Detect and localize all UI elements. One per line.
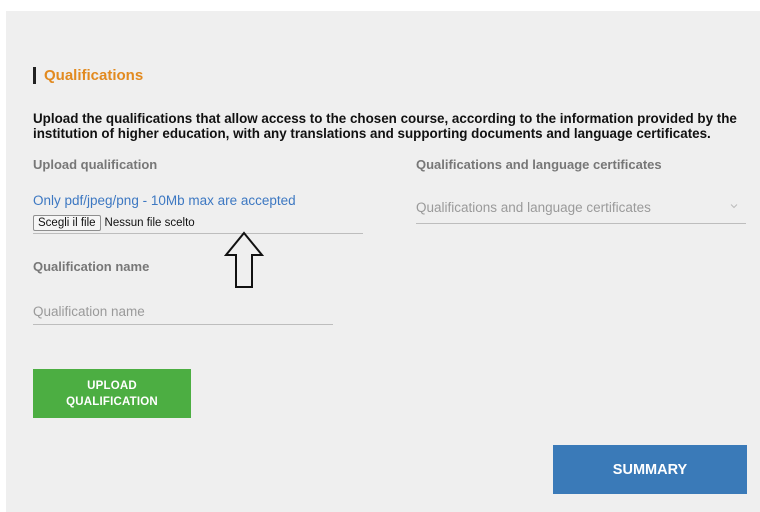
certificates-select-value: Qualifications and language certificates <box>416 200 651 215</box>
section-header: Qualifications <box>33 65 143 85</box>
upload-qualification-label: Upload qualification <box>33 157 158 172</box>
qualification-name-label: Qualification name <box>33 259 150 274</box>
section-title: Qualifications <box>44 66 144 84</box>
upload-qualification-button-label: UPLOAD QUALIFICATION <box>66 379 158 408</box>
certificates-label: Qualifications and language certificates <box>416 157 662 172</box>
section-accent-bar <box>33 66 36 84</box>
file-status-text: Nessun file scelto <box>104 217 195 229</box>
certificates-select[interactable]: Qualifications and language certificates <box>416 196 746 224</box>
up-arrow-outline-icon <box>224 231 264 288</box>
qualification-name-input[interactable] <box>33 298 333 325</box>
file-format-hint: Only pdf/jpeg/png - 10Mb max are accepte… <box>33 193 296 208</box>
qualifications-panel: Qualifications Upload the qualifications… <box>6 11 760 512</box>
section-intro-text: Upload the qualifications that allow acc… <box>33 111 737 141</box>
chevron-down-icon <box>730 204 738 209</box>
file-upload-field: Scegli il file Nessun file scelto <box>33 215 363 234</box>
upload-qualification-button[interactable]: UPLOAD QUALIFICATION <box>33 369 191 418</box>
summary-button[interactable]: SUMMARY <box>553 445 747 494</box>
choose-file-button[interactable]: Scegli il file <box>33 215 101 231</box>
